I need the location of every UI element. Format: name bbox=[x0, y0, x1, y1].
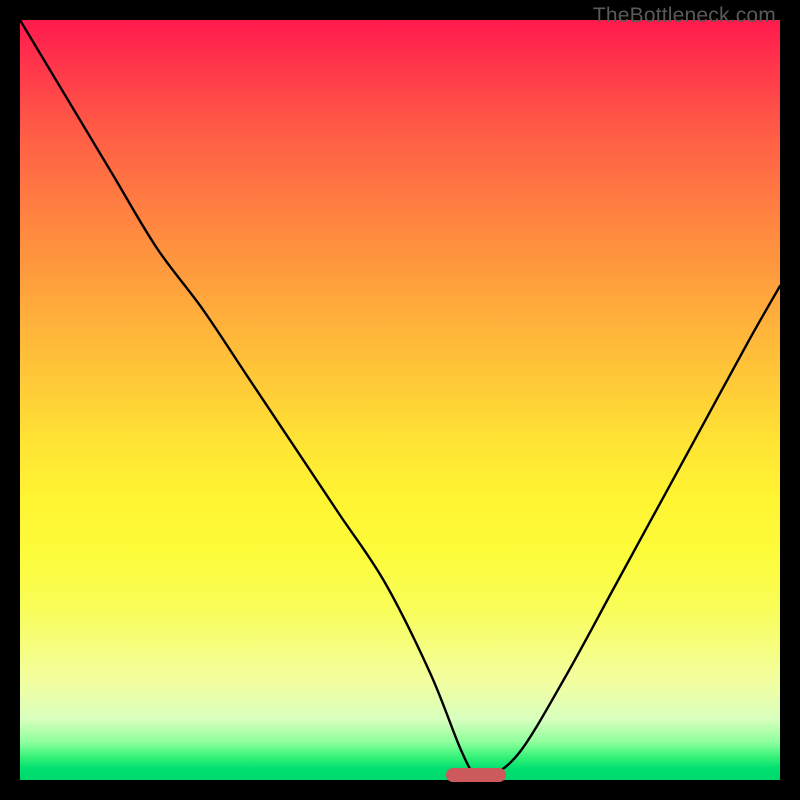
minimum-marker bbox=[446, 768, 507, 782]
chart-gradient-area bbox=[20, 20, 780, 780]
watermark-text: TheBottleneck.com bbox=[593, 4, 776, 28]
